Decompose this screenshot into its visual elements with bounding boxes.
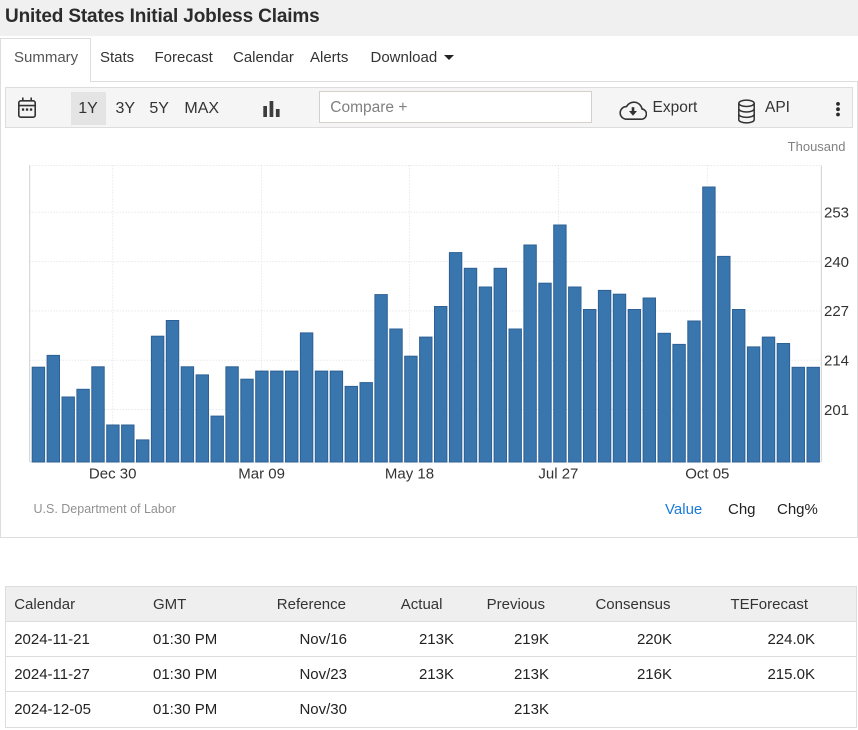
svg-text:Dec 30: Dec 30 bbox=[89, 466, 137, 483]
svg-text:253: 253 bbox=[824, 205, 849, 222]
svg-text:201: 201 bbox=[824, 402, 849, 419]
svg-text:Thousand: Thousand bbox=[788, 139, 846, 154]
svg-text:Jul 27: Jul 27 bbox=[538, 466, 578, 483]
svg-text:Oct 05: Oct 05 bbox=[685, 466, 729, 483]
svg-text:Mar 09: Mar 09 bbox=[238, 466, 285, 483]
svg-text:May 18: May 18 bbox=[385, 466, 434, 483]
svg-text:214: 214 bbox=[824, 353, 849, 370]
svg-text:227: 227 bbox=[824, 303, 849, 320]
svg-text:240: 240 bbox=[824, 254, 849, 271]
